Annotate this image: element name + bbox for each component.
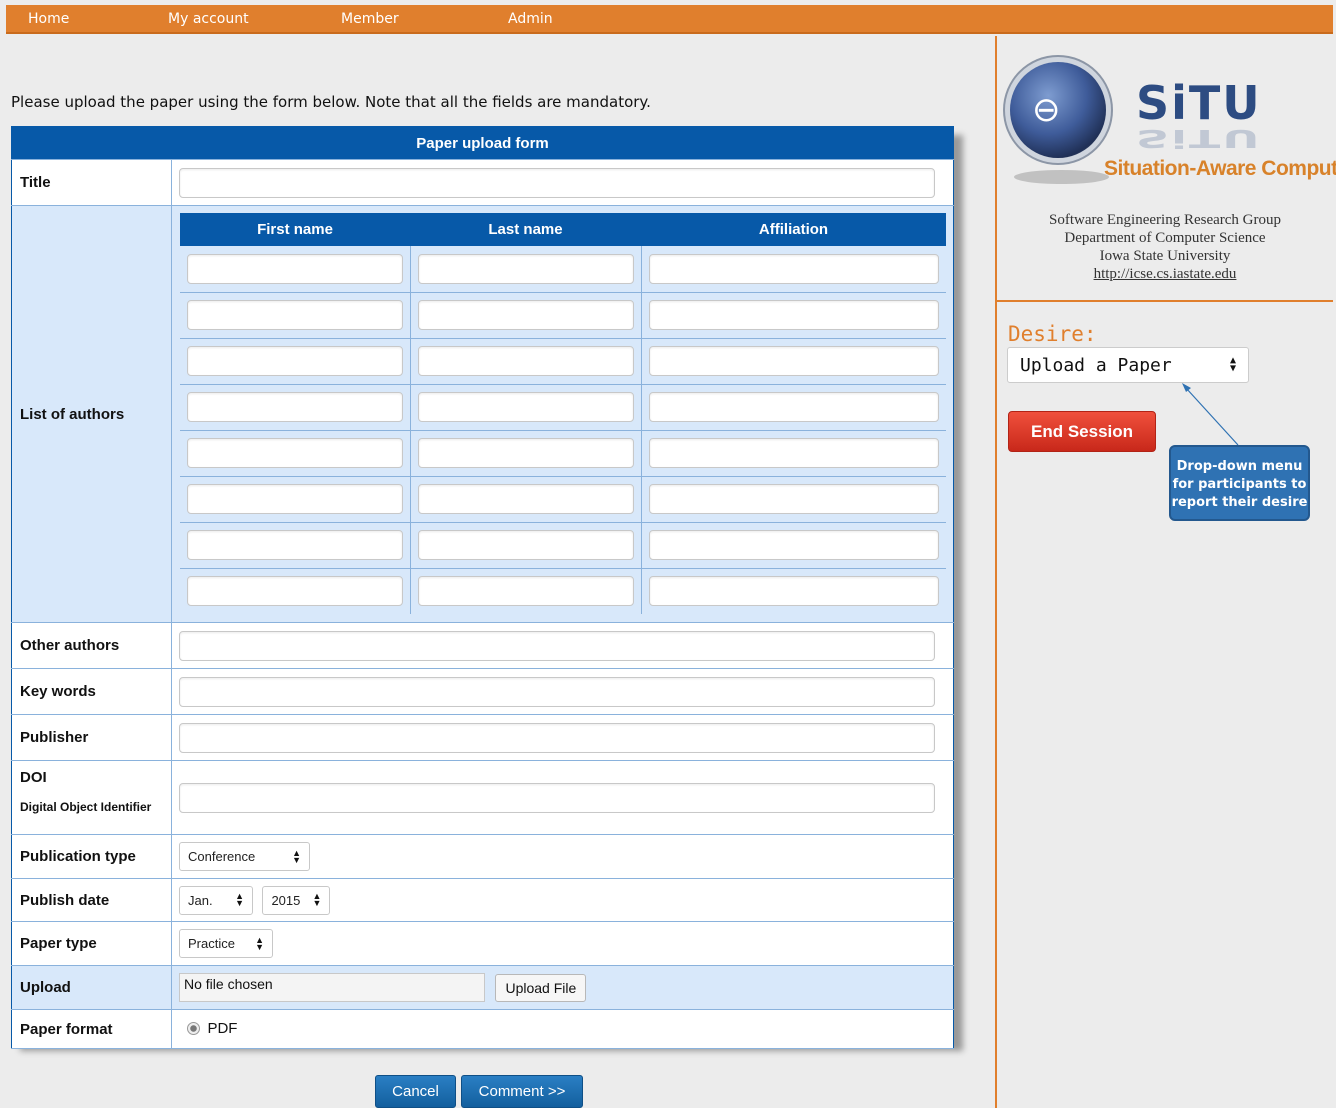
logo-tagline: Situation-Aware Computing (1104, 157, 1336, 180)
nav-member[interactable]: Member (341, 11, 399, 27)
author-last-name-input[interactable] (417, 253, 634, 284)
publication-type-label: Publication type (11, 834, 172, 879)
other-authors-input[interactable] (179, 630, 935, 661)
author-first-name-input[interactable] (187, 484, 403, 514)
author-row (180, 338, 946, 385)
publish-date-label: Publish date (11, 878, 172, 922)
author-row (180, 430, 946, 477)
author-row (180, 522, 946, 569)
doi-label: DOI (20, 769, 47, 786)
authors-body (180, 246, 946, 614)
author-first-name-input[interactable] (187, 530, 403, 560)
paper-format-label: Paper format (11, 1009, 172, 1049)
author-last-name-input[interactable] (417, 300, 634, 330)
upload-file-button[interactable]: Upload File (495, 973, 587, 1002)
author-first-name-input[interactable] (187, 346, 403, 376)
author-row (180, 246, 946, 293)
org-info: Software Engineering Research Group Depa… (997, 211, 1333, 283)
file-status: No file chosen (179, 973, 485, 1002)
author-affiliation-input[interactable] (648, 392, 939, 422)
author-last-name-input[interactable] (417, 392, 634, 422)
select-arrows-icon: ▲ ▼ (292, 847, 301, 865)
author-affiliation-input[interactable] (648, 576, 939, 607)
doi-sublabel: Digital Object Identifier (20, 800, 152, 814)
pdf-radio-label: PDF (207, 1020, 238, 1038)
author-row (180, 384, 946, 431)
author-affiliation-input[interactable] (648, 530, 939, 560)
publish-month-select[interactable]: Jan. ▲ ▼ (179, 885, 253, 915)
select-arrows-icon: ▲ ▼ (1229, 355, 1236, 374)
org-line: Software Engineering Research Group (1048, 212, 1281, 228)
paper-type-label: Paper type (11, 921, 172, 966)
title-label: Title (11, 159, 172, 206)
nav-home[interactable]: Home (28, 11, 69, 27)
situ-logo: ⊖ SiTU SiTU Situation-Aware Computing (1004, 52, 1336, 210)
paper-upload-form: Paper upload form Title List of authors … (11, 126, 954, 1049)
title-input[interactable] (179, 167, 935, 198)
authors-label: List of authors (11, 205, 172, 623)
author-first-name-input[interactable] (187, 392, 403, 422)
end-session-button[interactable]: End Session (1008, 411, 1156, 452)
publish-year-value: 2015 (271, 892, 301, 908)
author-first-name-input[interactable] (187, 253, 403, 284)
desire-label: Desire: (1008, 322, 1097, 346)
org-link[interactable]: http://icse.cs.iastate.edu (1094, 266, 1237, 282)
paper-type-select[interactable]: Practice ▲ ▼ (179, 929, 273, 958)
publisher-input[interactable] (179, 722, 935, 753)
select-arrows-icon: ▲ ▼ (255, 934, 264, 952)
logo-text: SiTU (1136, 76, 1262, 130)
org-line: Department of Computer Science (1064, 230, 1266, 246)
publish-month-value: Jan. (188, 892, 213, 908)
keywords-label: Key words (11, 668, 172, 715)
top-nav: Home My account Member Admin (6, 5, 1333, 34)
author-affiliation-input[interactable] (648, 253, 939, 284)
publication-type-select[interactable]: Conference ▲ ▼ (179, 842, 310, 871)
comment-button[interactable]: Comment >> (461, 1075, 583, 1108)
publish-year-select[interactable]: 2015 ▲ ▼ (262, 885, 331, 915)
authors-table: First name Last name Affiliation (180, 213, 946, 614)
globe-icon: ⊖ (1010, 62, 1106, 158)
callout-note: Drop-down menu for participants to repor… (1169, 445, 1310, 521)
select-arrows-icon: ▲ ▼ (235, 891, 244, 908)
author-last-name-input[interactable] (417, 530, 634, 560)
author-first-name-input[interactable] (187, 438, 403, 468)
form-header: Paper upload form (11, 126, 954, 160)
desire-select[interactable]: Upload a Paper ▲ ▼ (1007, 347, 1249, 383)
author-first-name-input[interactable] (187, 300, 403, 330)
author-last-name-input[interactable] (417, 438, 634, 468)
cancel-button[interactable]: Cancel (375, 1075, 456, 1108)
col-last-name: Last name (410, 213, 641, 246)
upload-label: Upload (11, 965, 172, 1010)
author-affiliation-input[interactable] (648, 484, 939, 514)
col-affiliation: Affiliation (641, 213, 946, 246)
nav-my-account[interactable]: My account (168, 11, 249, 27)
desire-value: Upload a Paper (1020, 354, 1172, 376)
author-affiliation-input[interactable] (648, 346, 939, 376)
col-first-name: First name (180, 213, 410, 246)
author-last-name-input[interactable] (417, 346, 634, 376)
publication-type-value: Conference (188, 849, 256, 864)
select-arrows-icon: ▲ ▼ (312, 891, 322, 908)
sidebar-divider (995, 36, 997, 1108)
paper-type-value: Practice (188, 936, 235, 951)
author-last-name-input[interactable] (417, 576, 634, 607)
keywords-input[interactable] (179, 676, 935, 707)
intro-text: Please upload the paper using the form b… (11, 93, 651, 111)
author-affiliation-input[interactable] (648, 300, 939, 330)
publisher-label: Publisher (11, 714, 172, 761)
doi-label-cell: DOI Digital Object Identifier (11, 760, 172, 835)
sidebar-separator (997, 300, 1333, 302)
author-row (180, 292, 946, 339)
doi-input[interactable] (179, 782, 935, 813)
pdf-radio[interactable] (187, 1022, 200, 1036)
author-row (180, 476, 946, 523)
author-affiliation-input[interactable] (648, 438, 939, 468)
nav-admin[interactable]: Admin (508, 11, 553, 27)
org-line: Iowa State University (1099, 248, 1231, 264)
other-authors-label: Other authors (11, 622, 172, 669)
author-last-name-input[interactable] (417, 484, 634, 514)
author-first-name-input[interactable] (187, 576, 403, 607)
author-row (180, 568, 946, 614)
